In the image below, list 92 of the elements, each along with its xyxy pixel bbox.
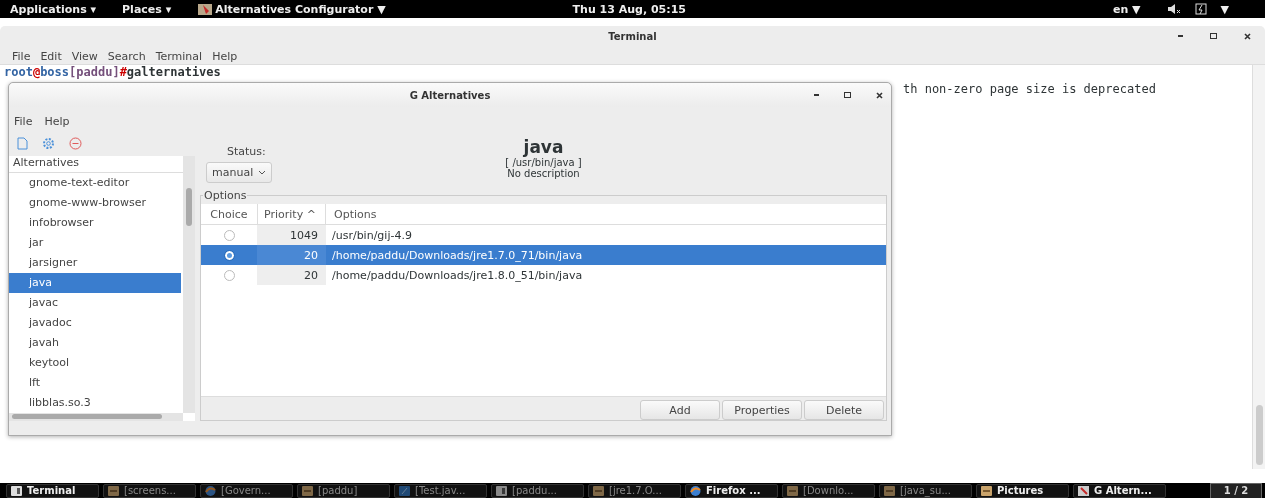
- table-cell-text: /home/paddu/Downloads/jre1.7.0_71/bin/java: [331, 248, 583, 262]
- taskbar-item[interactable]: [paddu...: [491, 483, 584, 498]
- maximize-icon[interactable]: [844, 92, 851, 98]
- menu-item[interactable]: Help: [212, 50, 238, 63]
- radio-button[interactable]: [223, 269, 235, 281]
- folder-icon: [981, 485, 992, 496]
- app-menu[interactable]: Alternatives Configurator ▼: [197, 2, 386, 16]
- taskbar-item[interactable]: [paddu]: [297, 483, 390, 498]
- list-item[interactable]: jarsigner: [9, 253, 181, 273]
- top-menu[interactable]: Places ▾: [122, 2, 172, 16]
- list-item[interactable]: javah: [9, 333, 181, 353]
- document-icon: [399, 485, 410, 496]
- folder-icon: [884, 485, 895, 496]
- terminal-prompt: root@boss[paddu]#galternatives: [3, 65, 222, 79]
- radio-button[interactable]: [223, 249, 235, 261]
- folder-icon: [787, 485, 798, 496]
- list-item[interactable]: gnome-text-editor: [9, 173, 181, 193]
- table-row[interactable]: 20 /home/paddu/Downloads/jre1.8.0_51/bin/java: [201, 265, 886, 285]
- table-cell: 20: [257, 245, 326, 265]
- input-source-menu[interactable]: en ▼: [1112, 2, 1141, 16]
- list-item[interactable]: keytool: [9, 353, 181, 373]
- folder-icon: [108, 485, 119, 496]
- top-menu[interactable]: Applications ▾: [10, 2, 97, 16]
- list-item[interactable]: libblas.so.3: [9, 393, 181, 413]
- menu-item[interactable]: View: [71, 50, 98, 63]
- table-cell-text: /usr/bin/gij-4.9: [331, 228, 412, 242]
- list-item[interactable]: javac: [9, 293, 181, 313]
- list-item[interactable]: lft: [9, 373, 181, 393]
- action-button[interactable]: Delete: [804, 400, 884, 420]
- caret-icon: [258, 170, 267, 175]
- column-header[interactable]: Choice: [201, 204, 257, 224]
- alternative-path: [ /usr/bin/java ]: [505, 157, 582, 168]
- taskbar-item[interactable]: [Test.jav...: [394, 483, 487, 498]
- taskbar-item[interactable]: G Altern...: [1073, 483, 1166, 498]
- settings-icon[interactable]: [42, 137, 55, 150]
- terminal-output: th non-zero page size is deprecated: [903, 82, 1156, 96]
- terminal-icon: [496, 485, 507, 496]
- taskbar-item[interactable]: Firefox ...: [685, 483, 778, 498]
- window-title: Terminal: [608, 30, 657, 42]
- menu-item[interactable]: File: [12, 50, 31, 63]
- scrollbar[interactable]: [1252, 65, 1265, 469]
- table-cell-text: /home/paddu/Downloads/jre1.8.0_51/bin/java: [331, 268, 583, 282]
- table-cell: 20: [257, 265, 326, 285]
- menu-item[interactable]: Help: [44, 115, 70, 128]
- alternative-name: java: [523, 137, 564, 157]
- taskbar-item[interactable]: [screens...: [103, 483, 196, 498]
- clock[interactable]: Thu 13 Aug, 05:15: [572, 2, 686, 16]
- table-row[interactable]: 1049 /usr/bin/gij-4.9: [201, 225, 886, 245]
- list-item[interactable]: javadoc: [9, 313, 181, 333]
- status-dropdown[interactable]: manual: [206, 162, 273, 183]
- table-row[interactable]: 20 /home/paddu/Downloads/jre1.7.0_71/bin/java: [201, 245, 886, 265]
- new-document-icon[interactable]: [17, 137, 28, 150]
- remove-icon[interactable]: [69, 137, 82, 150]
- menu-item[interactable]: Search: [107, 50, 146, 63]
- column-header[interactable]: Options: [326, 207, 377, 221]
- menu-item[interactable]: File: [14, 115, 33, 128]
- app-icon: [1078, 485, 1089, 496]
- window-title: G Alternatives: [409, 89, 491, 101]
- column-header[interactable]: Priority ^: [257, 204, 326, 224]
- app-icon: [197, 2, 214, 16]
- system-menu-caret[interactable]: ▼: [1220, 2, 1229, 16]
- scrollbar[interactable]: [183, 156, 195, 413]
- alternative-description: No description: [507, 168, 580, 179]
- status-label: Status:: [227, 145, 266, 158]
- folder-icon: [302, 485, 313, 496]
- taskbar-item[interactable]: Pictures: [976, 483, 1069, 498]
- folder-icon: [593, 485, 604, 496]
- scrollbar[interactable]: [9, 413, 183, 421]
- table-cell: 1049: [257, 225, 326, 245]
- terminal-icon: [11, 485, 22, 496]
- list-item[interactable]: java: [9, 273, 181, 293]
- action-button[interactable]: Properties: [722, 400, 802, 420]
- radio-button[interactable]: [223, 229, 235, 241]
- list-item[interactable]: gnome-www-browser: [9, 193, 181, 213]
- list-item[interactable]: jar: [9, 233, 181, 253]
- globe-icon: [205, 485, 216, 496]
- menu-item[interactable]: Terminal: [155, 50, 203, 63]
- close-icon[interactable]: [1244, 32, 1251, 40]
- globe-icon: [690, 485, 701, 496]
- taskbar-item[interactable]: Terminal: [6, 483, 99, 498]
- maximize-icon[interactable]: [1210, 33, 1217, 39]
- volume-muted-icon[interactable]: [1166, 3, 1181, 15]
- taskbar-item[interactable]: [jre1.7.O...: [588, 483, 681, 498]
- taskbar-item[interactable]: [java_su...: [879, 483, 972, 498]
- taskbar-item[interactable]: [Downlo...: [782, 483, 875, 498]
- taskbar-item[interactable]: [Govern...: [200, 483, 293, 498]
- list-item[interactable]: infobrowser: [9, 213, 181, 233]
- workspace-pager[interactable]: 1 / 2: [1210, 482, 1262, 498]
- close-icon[interactable]: [876, 91, 883, 99]
- menu-item[interactable]: Edit: [40, 50, 62, 63]
- action-button[interactable]: Add: [640, 400, 720, 420]
- frame-legend: Options: [203, 189, 248, 202]
